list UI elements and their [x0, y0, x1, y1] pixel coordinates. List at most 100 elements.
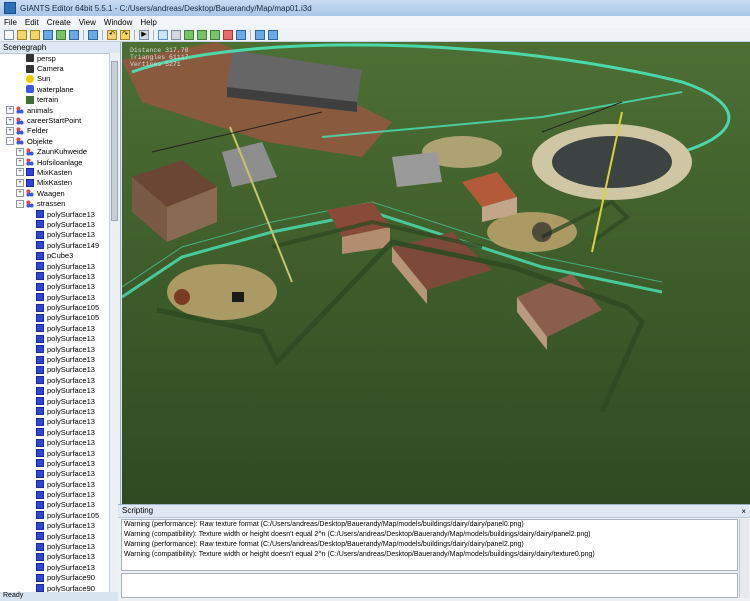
tree-item[interactable]: polySurface13 — [0, 396, 110, 406]
terrain-sculpt-icon[interactable] — [184, 29, 194, 40]
redo-icon[interactable]: ↷ — [120, 29, 130, 40]
expand-icon[interactable]: + — [16, 158, 24, 167]
collapse-icon[interactable]: - — [6, 137, 14, 146]
tree-item[interactable]: polySurface13 — [0, 344, 110, 354]
tree-item[interactable]: polySurface13 — [0, 500, 110, 510]
refresh-icon[interactable] — [56, 29, 66, 40]
tool-icon[interactable] — [223, 29, 233, 40]
tree-item[interactable]: polySurface13 — [0, 562, 110, 572]
tree-item[interactable]: polySurface13 — [0, 469, 110, 479]
menu-create[interactable]: Create — [43, 18, 75, 27]
tree-item[interactable]: + animals — [0, 105, 110, 115]
menu-help[interactable]: Help — [136, 18, 160, 27]
3d-viewport[interactable]: Distance 317.78 Triangles 61117 Vertices… — [122, 42, 750, 504]
play-icon[interactable]: ▶ — [139, 29, 149, 40]
tree-item[interactable]: polySurface13 — [0, 230, 110, 240]
tool-icon[interactable] — [236, 29, 246, 40]
tree-item[interactable]: polySurface105 — [0, 302, 110, 312]
save-icon[interactable] — [43, 29, 53, 40]
tree-item[interactable]: Camera — [0, 63, 110, 73]
tree-item[interactable]: polySurface13 — [0, 521, 110, 531]
import-icon[interactable] — [30, 29, 40, 40]
tree-item[interactable]: - strassen — [0, 198, 110, 208]
tree-item[interactable]: polySurface13 — [0, 209, 110, 219]
menu-file[interactable]: File — [0, 18, 21, 27]
cube-icon — [36, 459, 44, 468]
tree-item[interactable]: polySurface13 — [0, 448, 110, 458]
magnet-icon[interactable] — [171, 29, 181, 40]
expand-icon[interactable]: + — [6, 106, 14, 115]
expand-icon[interactable]: + — [16, 189, 24, 198]
tree-item[interactable]: + Waagen — [0, 188, 110, 198]
terrain-paint-icon[interactable] — [197, 29, 207, 40]
tree-item[interactable]: polySurface105 — [0, 313, 110, 323]
menu-view[interactable]: View — [75, 18, 100, 27]
tree-item[interactable]: polySurface13 — [0, 323, 110, 333]
tree-item[interactable]: polySurface13 — [0, 261, 110, 271]
expand-icon[interactable]: + — [16, 168, 24, 177]
log-line: Warning (compatibility): Texture width o… — [124, 551, 595, 558]
tree-item[interactable]: polySurface13 — [0, 271, 110, 281]
close-icon[interactable]: × — [741, 506, 746, 518]
tree-item[interactable]: polySurface13 — [0, 354, 110, 364]
snap-icon[interactable] — [255, 29, 265, 40]
scrollbar-thumb[interactable] — [111, 61, 118, 221]
cube-icon — [36, 511, 44, 520]
expand-icon[interactable]: + — [16, 178, 24, 187]
select-tool-icon[interactable] — [158, 29, 168, 40]
tree-item[interactable]: + Hofsiloanlage — [0, 157, 110, 167]
tree-item[interactable]: polySurface13 — [0, 552, 110, 562]
tree-item[interactable]: polySurface13 — [0, 541, 110, 551]
tree-item[interactable]: persp — [0, 53, 110, 63]
scenegraph-tree[interactable]: persp Camera Sun waterplane terrain + animals +… — [0, 53, 110, 595]
save-all-icon[interactable] — [69, 29, 79, 40]
tree-item[interactable]: polySurface13 — [0, 292, 110, 302]
snap-icon[interactable] — [268, 29, 278, 40]
tree-item[interactable]: + careerStartPoint — [0, 115, 110, 125]
tree-item[interactable]: polySurface13 — [0, 406, 110, 416]
scripting-scrollbar[interactable] — [739, 519, 749, 598]
tree-item[interactable]: Sun — [0, 74, 110, 84]
reload-icon[interactable] — [88, 29, 98, 40]
tree-item[interactable]: polySurface13 — [0, 219, 110, 229]
tree-item[interactable]: polySurface13 — [0, 282, 110, 292]
tree-item[interactable]: + ZaunKuhweide — [0, 147, 110, 157]
tree-item[interactable]: polySurface13 — [0, 489, 110, 499]
foliage-paint-icon[interactable] — [210, 29, 220, 40]
tree-item[interactable]: polySurface13 — [0, 479, 110, 489]
tree-item[interactable]: + MixKasten — [0, 167, 110, 177]
tree-item[interactable]: polySurface13 — [0, 427, 110, 437]
scripting-log[interactable]: Warning (performance): Raw texture forma… — [121, 519, 738, 571]
collapse-icon[interactable]: - — [16, 199, 24, 208]
tree-item[interactable]: polySurface13 — [0, 334, 110, 344]
menu-edit[interactable]: Edit — [21, 18, 43, 27]
camera-icon — [26, 64, 34, 73]
open-folder-icon[interactable] — [17, 29, 27, 40]
tree-item[interactable]: polySurface13 — [0, 365, 110, 375]
tree-item[interactable]: waterplane — [0, 84, 110, 94]
tree-item[interactable]: polySurface13 — [0, 531, 110, 541]
tree-item[interactable]: + MixKasten — [0, 178, 110, 188]
expand-icon[interactable]: + — [16, 147, 24, 156]
tree-item[interactable]: pCube3 — [0, 250, 110, 260]
new-file-icon[interactable] — [4, 29, 14, 40]
tree-item[interactable]: polySurface149 — [0, 240, 110, 250]
tree-item[interactable]: + Felder — [0, 126, 110, 136]
tree-item[interactable]: polySurface90 — [0, 573, 110, 583]
cube-icon — [36, 397, 44, 406]
tree-item[interactable]: terrain — [0, 95, 110, 105]
expand-icon[interactable]: + — [6, 126, 14, 135]
tree-item[interactable]: polySurface13 — [0, 386, 110, 396]
tree-item[interactable]: - Objekte — [0, 136, 110, 146]
undo-icon[interactable]: ↶ — [107, 29, 117, 40]
tree-item[interactable]: polySurface13 — [0, 417, 110, 427]
tree-item-label: waterplane — [37, 84, 74, 94]
expand-icon[interactable]: + — [6, 116, 14, 125]
tree-item[interactable]: polySurface13 — [0, 458, 110, 468]
tree-item[interactable]: polySurface13 — [0, 437, 110, 447]
tree-item[interactable]: polySurface13 — [0, 375, 110, 385]
menu-window[interactable]: Window — [100, 18, 136, 27]
tree-item[interactable]: polySurface105 — [0, 510, 110, 520]
script-input[interactable] — [121, 573, 738, 598]
cube-icon — [36, 490, 44, 499]
